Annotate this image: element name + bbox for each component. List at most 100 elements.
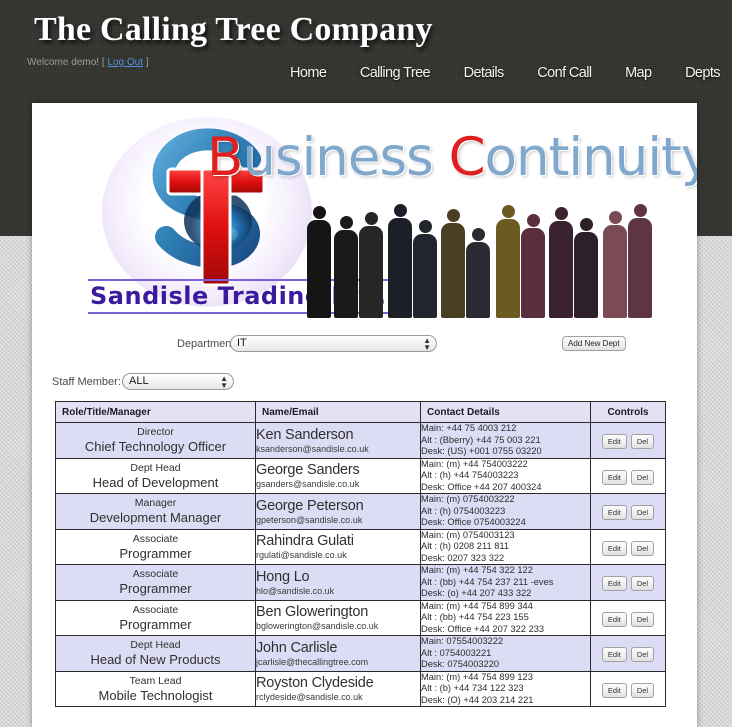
row-contact-alt: Alt : (bb) +44 754 237 211 -eves [421,576,554,587]
cell-controls: Edit Del [590,635,666,672]
silhouette-figure [603,211,627,318]
row-contact-alt: Alt : (h) +44 754003223 [421,470,519,480]
row-name: Ben Glowerington [256,604,369,621]
delete-button[interactable]: Del [630,469,655,485]
column-header-contact: Contact Details [420,401,591,423]
page-title: The Calling Tree Company [34,11,433,48]
nav-item-home[interactable]: Home [290,65,327,81]
row-contact-main: Main: (m) 0754003222 [421,494,515,504]
nav-item-conf-call[interactable]: Conf Call [537,65,592,81]
nav-item-map[interactable]: Map [625,65,652,81]
row-title: Mobile Technologist [98,687,213,703]
bracket-open: [ [101,57,105,68]
row-contact-desk: Desk: (US) +001 0755 03220 [421,446,542,456]
nav-item-depts[interactable]: Depts [685,65,720,81]
cell-controls: Edit Del [590,493,666,530]
table-row: Dept Head Head of New Products John Carlis… [55,635,666,672]
edit-button[interactable]: Edit [601,647,627,663]
banner-continuity-rest: ontinuity [484,127,697,188]
logout-link[interactable]: Log Out [107,57,143,68]
table-header-row: Role/Title/Manager Name/Email Contact De… [55,401,666,423]
cell-name: Ken Sanderson ksanderson@sandisle.co.uk [255,422,421,459]
row-title: Programmer [119,545,192,561]
silhouette-figure [549,207,573,318]
row-contact-main: Main: 07554003222 [421,636,504,646]
row-contact-alt: Alt : 0754003221 [421,647,492,658]
column-header-role: Role/Title/Manager [55,401,256,423]
delete-button[interactable]: Del [630,540,655,556]
cell-name: John Carlisle jcarlisle@thecallingtree.co… [255,635,421,672]
row-title: Programmer [119,581,192,597]
row-title: Development Manager [89,510,222,526]
row-title: Head of Development [92,474,219,490]
silhouette-figure [413,220,437,318]
chevron-updown-icon: ▲ ▼ [220,374,228,390]
cell-contact: Main: +44 75 4003 212 Alt : (Bberry) +44 … [420,422,591,459]
row-email: gpeterson@sandisle.co.uk [256,514,363,525]
column-header-controls: Controls [590,401,666,423]
cell-role: Dept Head Head of New Products [55,635,256,672]
edit-button[interactable]: Edit [601,611,627,627]
edit-button[interactable]: Edit [601,505,627,521]
silhouette-figure [441,209,465,318]
row-contact-alt: Alt : (Bberry) +44 75 003 221 [421,434,541,445]
welcome-text: Welcome demo! [27,57,100,68]
column-header-name: Name/Email [255,401,421,423]
row-role: Manager [134,497,177,510]
edit-button[interactable]: Edit [601,576,627,592]
row-contact-alt: Alt : (bb) +44 754 223 155 [421,612,529,622]
delete-button[interactable]: Del [630,647,655,663]
row-name: Ken Sanderson [256,426,354,443]
cell-role: Associate Programmer [55,564,256,601]
silhouette-figure [359,212,383,318]
staff-member-select[interactable]: ALL ▲ ▼ [122,373,234,390]
cell-role: Associate Programmer [55,599,256,636]
nav-item-details[interactable]: Details [464,65,505,81]
delete-button[interactable]: Del [630,505,655,521]
row-email: hlo@sandisle.co.uk [256,585,335,596]
silhouette-figure [496,205,520,318]
row-contact-alt: Alt : (h) 0754003223 [421,505,506,516]
cell-controls: Edit Del [590,457,666,494]
banner-heading: Business Continuity [207,127,697,188]
welcome-bar: Welcome demo! [ Log Out ] [27,57,149,68]
silhouette-figure [574,218,598,318]
edit-button[interactable]: Edit [601,434,627,450]
banner-image: Sandisle Trading Ltd. Business Continuit… [32,103,697,321]
delete-button[interactable]: Del [630,576,655,592]
row-contact-alt: Alt : (b) +44 734 122 323 [421,683,524,693]
cell-role: Team Lead Mobile Technologist [55,670,256,707]
row-contact-main: Main: (m) +44 754 899 344 [421,600,533,611]
row-email: gsanders@sandisle.co.uk [256,479,360,490]
table-row: Manager Development Manager George Peterso… [55,493,666,530]
silhouette-figure [466,228,490,318]
row-contact-desk: Desk: Office 0754003224 [421,517,526,527]
cell-role: Associate Programmer [55,528,256,565]
table-row: Team Lead Mobile Technologist Royston Clyd… [55,670,666,707]
cell-contact: Main: (m) +44 754003222 Alt : (h) +44 754… [420,457,591,494]
department-select[interactable]: IT ▲ ▼ [230,335,437,352]
cell-controls: Edit Del [590,599,666,636]
staff-member-select-value: ALL [129,375,149,387]
row-name: Rahindra Gulati [256,533,354,550]
nav-item-calling-tree[interactable]: Calling Tree [360,65,431,81]
edit-button[interactable]: Edit [601,469,627,485]
edit-button[interactable]: Edit [601,540,627,556]
delete-button[interactable]: Del [630,611,655,627]
cell-name: Hong Lo hlo@sandisle.co.uk [255,564,421,601]
silhouette-figure [334,216,358,318]
delete-button[interactable]: Del [630,682,655,698]
main-navigation: Home Calling Tree Details Conf Call Map … [290,60,721,86]
row-contact-desk: Desk: 0754003220 [421,659,500,669]
silhouette-figure [307,206,331,318]
row-contact-desk: Desk: (o) +44 207 433 322 [421,588,532,598]
add-new-dept-button[interactable]: Add New Dept [562,336,626,351]
row-contact-main: Main: (m) +44 754 322 122 [421,565,533,575]
row-name: Hong Lo [256,568,310,585]
delete-button[interactable]: Del [630,434,655,450]
edit-button[interactable]: Edit [601,682,627,698]
row-contact-main: Main: (m) 0754003123 [421,529,515,540]
row-role: Associate [132,532,179,545]
table-row: Director Chief Technology Officer Ken Sand… [55,422,666,459]
banner-business-rest: usiness [242,127,433,188]
